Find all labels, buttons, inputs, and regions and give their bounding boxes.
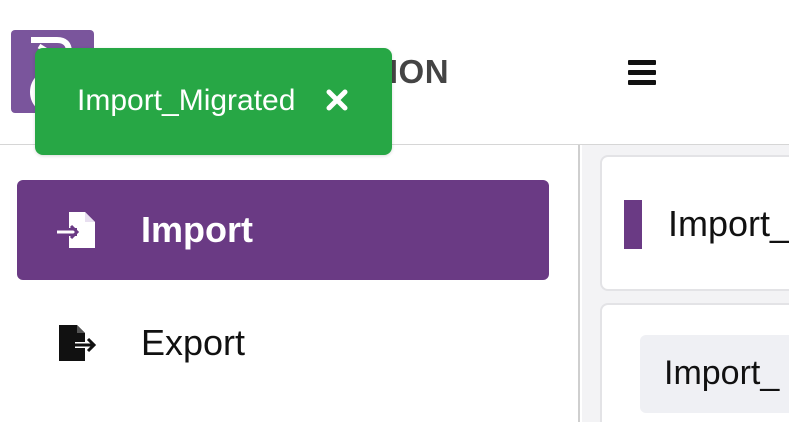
title-accent-bar <box>624 200 642 249</box>
app-root: RATION Import <box>0 0 789 422</box>
close-icon[interactable] <box>323 86 351 114</box>
sidebar: Import Export <box>0 145 580 422</box>
page-title: Import_ <box>668 203 789 244</box>
sidebar-item-label: Import <box>141 209 253 250</box>
sidebar-item-export[interactable]: Export <box>17 293 549 393</box>
hamburger-menu-icon[interactable] <box>620 48 668 96</box>
import-item[interactable]: Import_ <box>640 335 789 413</box>
file-import-icon <box>55 208 99 252</box>
toast-message: Import_Migrated <box>77 84 296 117</box>
sidebar-item-label: Export <box>141 322 246 363</box>
file-export-icon <box>55 321 99 365</box>
sidebar-item-import[interactable]: Import <box>17 180 549 280</box>
success-toast: Import_Migrated <box>35 48 392 155</box>
import-item-label: Import_ <box>664 354 780 392</box>
page-title-card: Import_ <box>600 155 789 291</box>
main-content: Import_ Import_ <box>582 145 789 422</box>
content-card: Import_ <box>600 303 789 422</box>
